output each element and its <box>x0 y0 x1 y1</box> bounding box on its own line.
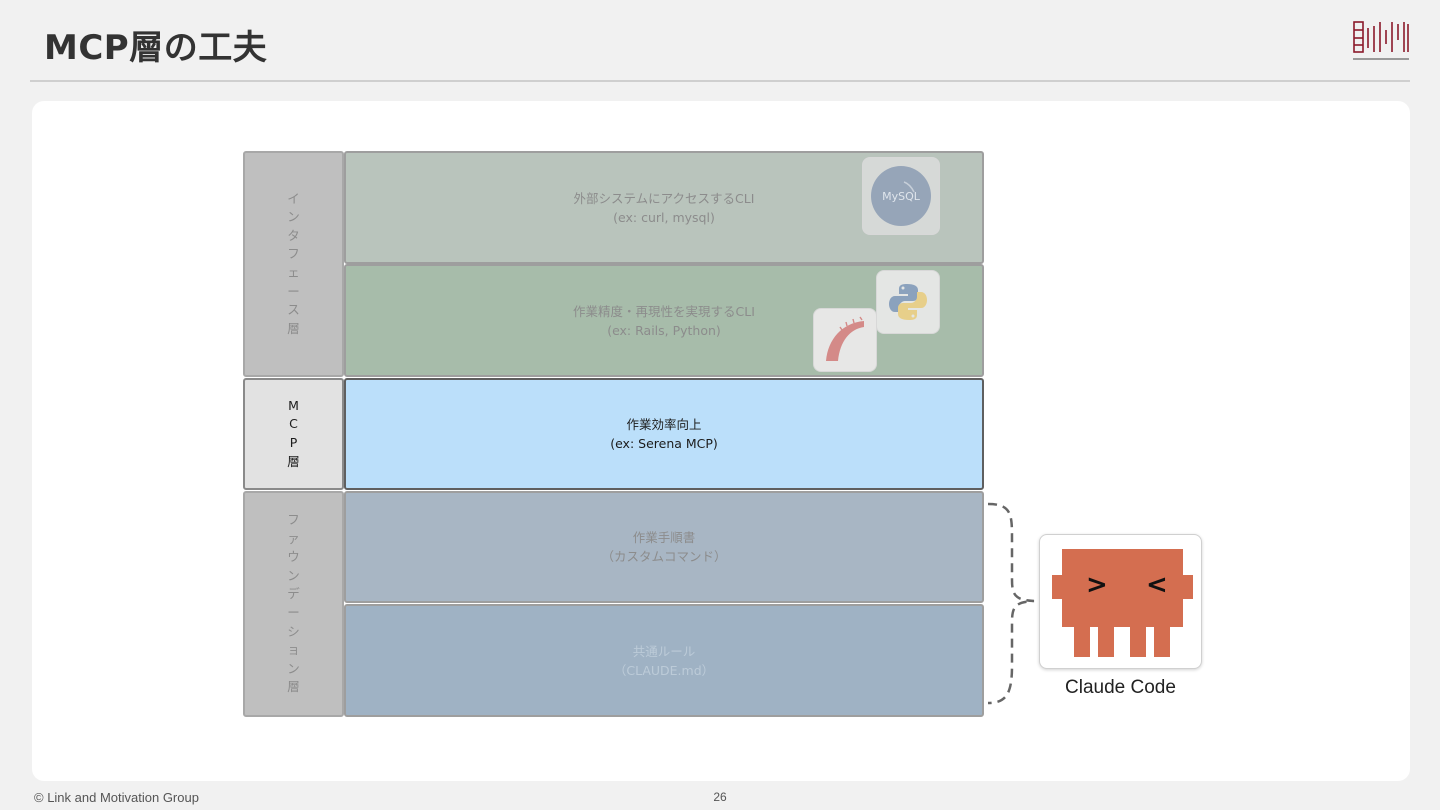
side-label-char: ァ <box>287 530 300 546</box>
slide-title: MCP層の工夫 <box>44 28 268 68</box>
side-label-char: C <box>289 416 298 432</box>
row-example: （CLAUDE.md） <box>613 662 715 678</box>
side-label-char: デ <box>287 586 300 602</box>
side-label-char: フ <box>287 512 300 528</box>
mysql-icon: MySQL <box>863 158 939 234</box>
row-example: (ex: curl, mysql) <box>613 209 715 225</box>
row-procedure: 作業手順書 （カスタムコマンド） <box>344 491 984 603</box>
side-label-char: 層 <box>287 320 300 336</box>
row-title: 外部システムにアクセスするCLI <box>573 190 755 206</box>
claude-code-label: Claude Code <box>1065 677 1176 698</box>
side-label-mcp: MCP層 <box>243 378 344 490</box>
side-label-char: ス <box>287 302 300 318</box>
row-example: (ex: Serena MCP) <box>610 436 718 451</box>
side-label-char: 層 <box>287 679 300 695</box>
side-label-foundation: ファウンデーション層 <box>243 491 344 717</box>
svg-text:<: < <box>1146 570 1168 600</box>
row-example: (ex: Rails, Python) <box>607 322 721 338</box>
row-title: 作業効率向上 <box>626 417 702 432</box>
side-label-char: ー <box>287 283 300 299</box>
claude-code-mascot-icon: > < <box>1052 549 1193 657</box>
side-label-char: タ <box>287 227 300 243</box>
side-label-char: P <box>289 435 298 450</box>
side-label-char: ェ <box>287 265 300 280</box>
side-label-char: ョ <box>287 642 300 658</box>
row-title: 共通ルール <box>632 643 696 659</box>
python-icon <box>877 271 939 333</box>
row-common-rules: 共通ルール （CLAUDE.md） <box>344 604 984 717</box>
side-label-char: シ <box>287 623 300 639</box>
side-label-char: ン <box>287 209 300 225</box>
claude-code-icon-box: > < <box>1039 534 1202 669</box>
company-logo <box>1353 21 1409 60</box>
row-title: 作業精度・再現性を実現するCLI <box>573 303 755 319</box>
mysql-icon-label: MySQL <box>882 190 921 203</box>
rails-icon <box>814 309 876 371</box>
side-label-char: ウ <box>287 549 300 565</box>
side-label-interface: インタフェース層 <box>243 151 344 377</box>
side-label-char: ン <box>287 567 300 583</box>
page-number: 26 <box>713 790 727 804</box>
title-divider <box>30 80 1410 82</box>
side-label-char: イ <box>287 190 300 206</box>
side-label-char: ー <box>287 605 300 620</box>
row-mcp: 作業効率向上 (ex: Serena MCP) <box>344 378 984 490</box>
side-label-char: ン <box>287 660 300 676</box>
row-title: 作業手順書 <box>632 530 696 545</box>
side-label-char: フ <box>287 246 300 262</box>
footer-copyright: © Link and Motivation Group <box>34 790 199 805</box>
svg-text:>: > <box>1086 570 1108 600</box>
side-label-char: 層 <box>287 453 300 469</box>
side-label-char: M <box>288 397 299 413</box>
row-example: （カスタムコマンド） <box>601 549 727 564</box>
